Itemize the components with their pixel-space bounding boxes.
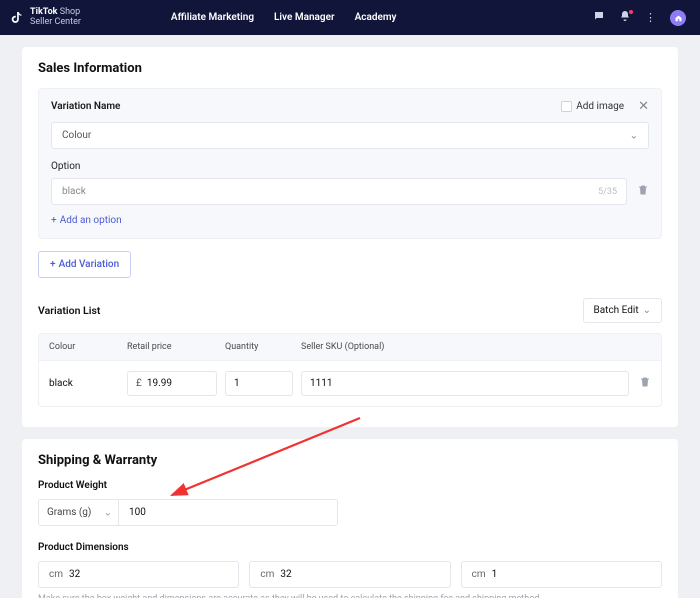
cell-colour: black xyxy=(49,378,127,389)
price-value: 19.99 xyxy=(147,378,172,389)
variation-table-header: Colour Retail price Quantity Seller SKU … xyxy=(38,333,662,361)
sales-info-card: Sales Information Variation Name Add ima… xyxy=(22,47,678,427)
add-option-label: Add an option xyxy=(60,215,122,226)
price-input[interactable]: £ 19.99 xyxy=(127,371,217,396)
col-qty: Quantity xyxy=(225,342,293,352)
add-option-link[interactable]: + Add an option xyxy=(51,215,122,226)
add-variation-button[interactable]: + Add Variation xyxy=(38,251,131,278)
weight-input[interactable]: 100 xyxy=(118,499,338,526)
dimensions-row: cm 32 cm 32 cm 1 xyxy=(38,561,662,588)
weight-unit-value: Grams (g) xyxy=(47,507,91,518)
top-nav: TikTok Shop Seller Center Affiliate Mark… xyxy=(0,0,700,35)
nav-link-academy[interactable]: Academy xyxy=(355,12,397,23)
col-price: Retail price xyxy=(127,342,217,352)
chevron-down-icon: ⌄ xyxy=(643,305,651,316)
shipping-card: Shipping & Warranty Product Weight Grams… xyxy=(22,439,678,598)
nav-link-live[interactable]: Live Manager xyxy=(274,12,335,23)
notification-dot-icon xyxy=(629,10,633,14)
dim-unit: cm xyxy=(260,569,274,580)
sku-value: 1111 xyxy=(310,378,332,389)
brand-top: TikTok xyxy=(30,7,57,17)
batch-edit-button[interactable]: Batch Edit ⌄ xyxy=(583,298,663,323)
dim-width-value: 32 xyxy=(280,569,291,580)
dim-length-input[interactable]: cm 32 xyxy=(38,561,239,588)
dim-height-input[interactable]: cm 1 xyxy=(461,561,662,588)
brand-sub: Seller Center xyxy=(30,18,81,27)
weight-label: Product Weight xyxy=(38,480,662,491)
trash-icon[interactable] xyxy=(637,184,649,199)
variation-list-title: Variation List xyxy=(38,304,100,317)
option-value: black xyxy=(62,186,86,197)
kebab-icon[interactable]: ⋮ xyxy=(645,11,656,24)
sales-info-title: Sales Information xyxy=(38,61,662,76)
avatar[interactable] xyxy=(670,10,686,26)
plus-icon: + xyxy=(50,259,56,270)
dim-unit: cm xyxy=(472,569,486,580)
add-image-group: Add image ✕ xyxy=(561,99,649,114)
weight-value: 100 xyxy=(129,507,146,518)
add-variation-label: Add Variation xyxy=(59,259,120,270)
variation-box: Variation Name Add image ✕ Colour ⌄ Opti… xyxy=(38,88,662,239)
add-image-toggle[interactable]: Add image xyxy=(561,101,624,112)
option-counter: 5/35 xyxy=(598,187,617,197)
qty-value: 1 xyxy=(234,378,240,389)
variation-name-label: Variation Name xyxy=(51,101,120,112)
add-image-checkbox[interactable] xyxy=(561,101,572,112)
col-sku: Seller SKU (Optional) xyxy=(301,342,629,352)
tiktok-icon xyxy=(10,11,24,25)
weight-unit-select[interactable]: Grams (g) ⌄ xyxy=(38,499,118,526)
trash-icon[interactable] xyxy=(639,377,651,391)
bell-icon[interactable] xyxy=(619,10,631,25)
option-label: Option xyxy=(51,161,649,172)
option-row: black 5/35 xyxy=(51,178,649,205)
weight-row: Grams (g) ⌄ 100 xyxy=(38,499,662,526)
nav-right: ⋮ xyxy=(593,10,686,26)
brand[interactable]: TikTok Shop Seller Center xyxy=(10,8,81,27)
brand-shop: Shop xyxy=(60,7,81,17)
plus-icon: + xyxy=(51,215,57,226)
variation-name-select[interactable]: Colour ⌄ xyxy=(51,122,649,149)
option-input[interactable]: black xyxy=(51,178,627,205)
table-row: black £ 19.99 1 1111 xyxy=(38,361,662,407)
currency: £ xyxy=(136,378,142,389)
qty-input[interactable]: 1 xyxy=(225,371,293,396)
shipping-title: Shipping & Warranty xyxy=(38,453,662,468)
sku-input[interactable]: 1111 xyxy=(301,371,629,396)
dimensions-label: Product Dimensions xyxy=(38,542,662,553)
batch-edit-label: Batch Edit xyxy=(594,305,639,316)
dimensions-hint: Make sure the box weight and dimensions … xyxy=(38,594,662,598)
col-colour: Colour xyxy=(49,342,127,352)
chevron-down-icon: ⌄ xyxy=(630,130,638,141)
chat-icon[interactable] xyxy=(593,10,605,25)
brand-text: TikTok Shop Seller Center xyxy=(30,8,81,27)
add-image-label: Add image xyxy=(576,101,624,112)
close-icon[interactable]: ✕ xyxy=(638,99,649,114)
variation-name-value: Colour xyxy=(62,130,91,141)
nav-links: Affiliate Marketing Live Manager Academy xyxy=(171,12,397,23)
nav-link-affiliate[interactable]: Affiliate Marketing xyxy=(171,12,254,23)
dim-width-input[interactable]: cm 32 xyxy=(249,561,450,588)
dim-unit: cm xyxy=(49,569,63,580)
chevron-down-icon: ⌄ xyxy=(104,507,112,518)
dim-length-value: 32 xyxy=(69,569,80,580)
dim-height-value: 1 xyxy=(492,569,498,580)
